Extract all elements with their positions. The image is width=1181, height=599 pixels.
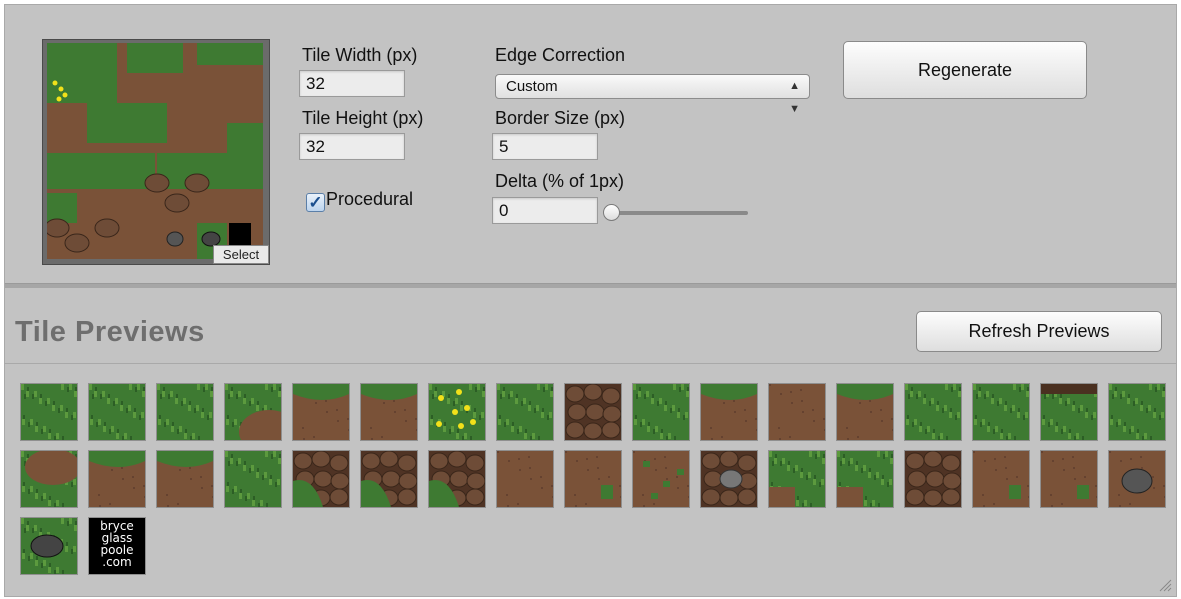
tile-preview[interactable] (904, 383, 962, 441)
tile-preview[interactable] (836, 450, 894, 508)
edge-correction-value: Custom (506, 78, 558, 95)
tile-preview[interactable] (20, 450, 78, 508)
tile-preview[interactable] (88, 450, 146, 508)
tile-height-field[interactable]: 32 (299, 133, 405, 160)
tile-preview[interactable] (1108, 450, 1166, 508)
procedural-checkbox[interactable]: ✓ (306, 193, 325, 212)
tile-preview[interactable] (564, 383, 622, 441)
section-divider (5, 283, 1176, 288)
tile-preview[interactable] (20, 383, 78, 441)
tile-preview[interactable]: bryce glass poole .com (88, 517, 146, 575)
delta-label: Delta (% of 1px) (495, 171, 625, 191)
tile-preview[interactable] (360, 383, 418, 441)
tile-preview[interactable] (632, 383, 690, 441)
tile-preview[interactable] (20, 517, 78, 575)
delta-slider-track[interactable] (611, 211, 748, 215)
previews-header-divider (5, 363, 1176, 364)
texture-image (47, 43, 263, 259)
tile-preview[interactable] (88, 383, 146, 441)
tile-preview[interactable] (768, 383, 826, 441)
resize-grip-icon[interactable] (1158, 578, 1172, 592)
tile-width-field[interactable]: 32 (299, 70, 405, 97)
tile-preview[interactable] (496, 383, 554, 441)
tile-previews-grid: bryce glass poole .com (20, 383, 1175, 585)
tile-preview[interactable] (156, 383, 214, 441)
tile-preview[interactable] (972, 383, 1030, 441)
tile-preview[interactable] (836, 383, 894, 441)
updown-arrows-icon: ▲ ▼ (789, 80, 800, 115)
tile-preview[interactable] (1040, 383, 1098, 441)
tile-preview[interactable] (904, 450, 962, 508)
tile-preview[interactable] (156, 450, 214, 508)
tileset-editor-panel: Select Tile Width (px) 32 Tile Height (p… (4, 4, 1177, 597)
border-size-field[interactable]: 5 (492, 133, 598, 160)
select-texture-button[interactable]: Select (213, 245, 269, 264)
tile-preview[interactable] (292, 450, 350, 508)
texture-preview[interactable]: Select (42, 39, 270, 265)
logo-text: .com (102, 555, 132, 569)
tile-preview[interactable] (1040, 450, 1098, 508)
tile-preview[interactable] (632, 450, 690, 508)
tile-preview[interactable] (224, 450, 282, 508)
tile-preview[interactable] (428, 450, 486, 508)
delta-field[interactable]: 0 (492, 197, 598, 224)
tile-preview[interactable] (1108, 383, 1166, 441)
procedural-label: Procedural (326, 189, 414, 209)
tile-preview[interactable] (768, 450, 826, 508)
refresh-previews-button[interactable]: Refresh Previews (916, 311, 1162, 352)
edge-correction-dropdown[interactable]: Custom ▲ ▼ (495, 74, 810, 115)
tile-preview[interactable] (360, 450, 418, 508)
tile-preview[interactable] (564, 450, 622, 508)
delta-slider-thumb[interactable] (603, 204, 620, 221)
tile-width-label: Tile Width (px) (302, 45, 418, 65)
tile-preview[interactable] (972, 450, 1030, 508)
tile-preview[interactable] (700, 383, 758, 441)
tile-height-label: Tile Height (px) (302, 108, 424, 128)
regenerate-button[interactable]: Regenerate (843, 41, 1087, 99)
tile-preview[interactable] (428, 383, 486, 441)
border-size-label: Border Size (px) (495, 108, 626, 128)
edge-correction-label: Edge Correction (495, 45, 626, 65)
tile-previews-title: Tile Previews (15, 316, 205, 348)
tile-preview[interactable] (224, 383, 282, 441)
tile-preview[interactable] (496, 450, 554, 508)
tile-preview[interactable] (700, 450, 758, 508)
tile-preview[interactable] (292, 383, 350, 441)
